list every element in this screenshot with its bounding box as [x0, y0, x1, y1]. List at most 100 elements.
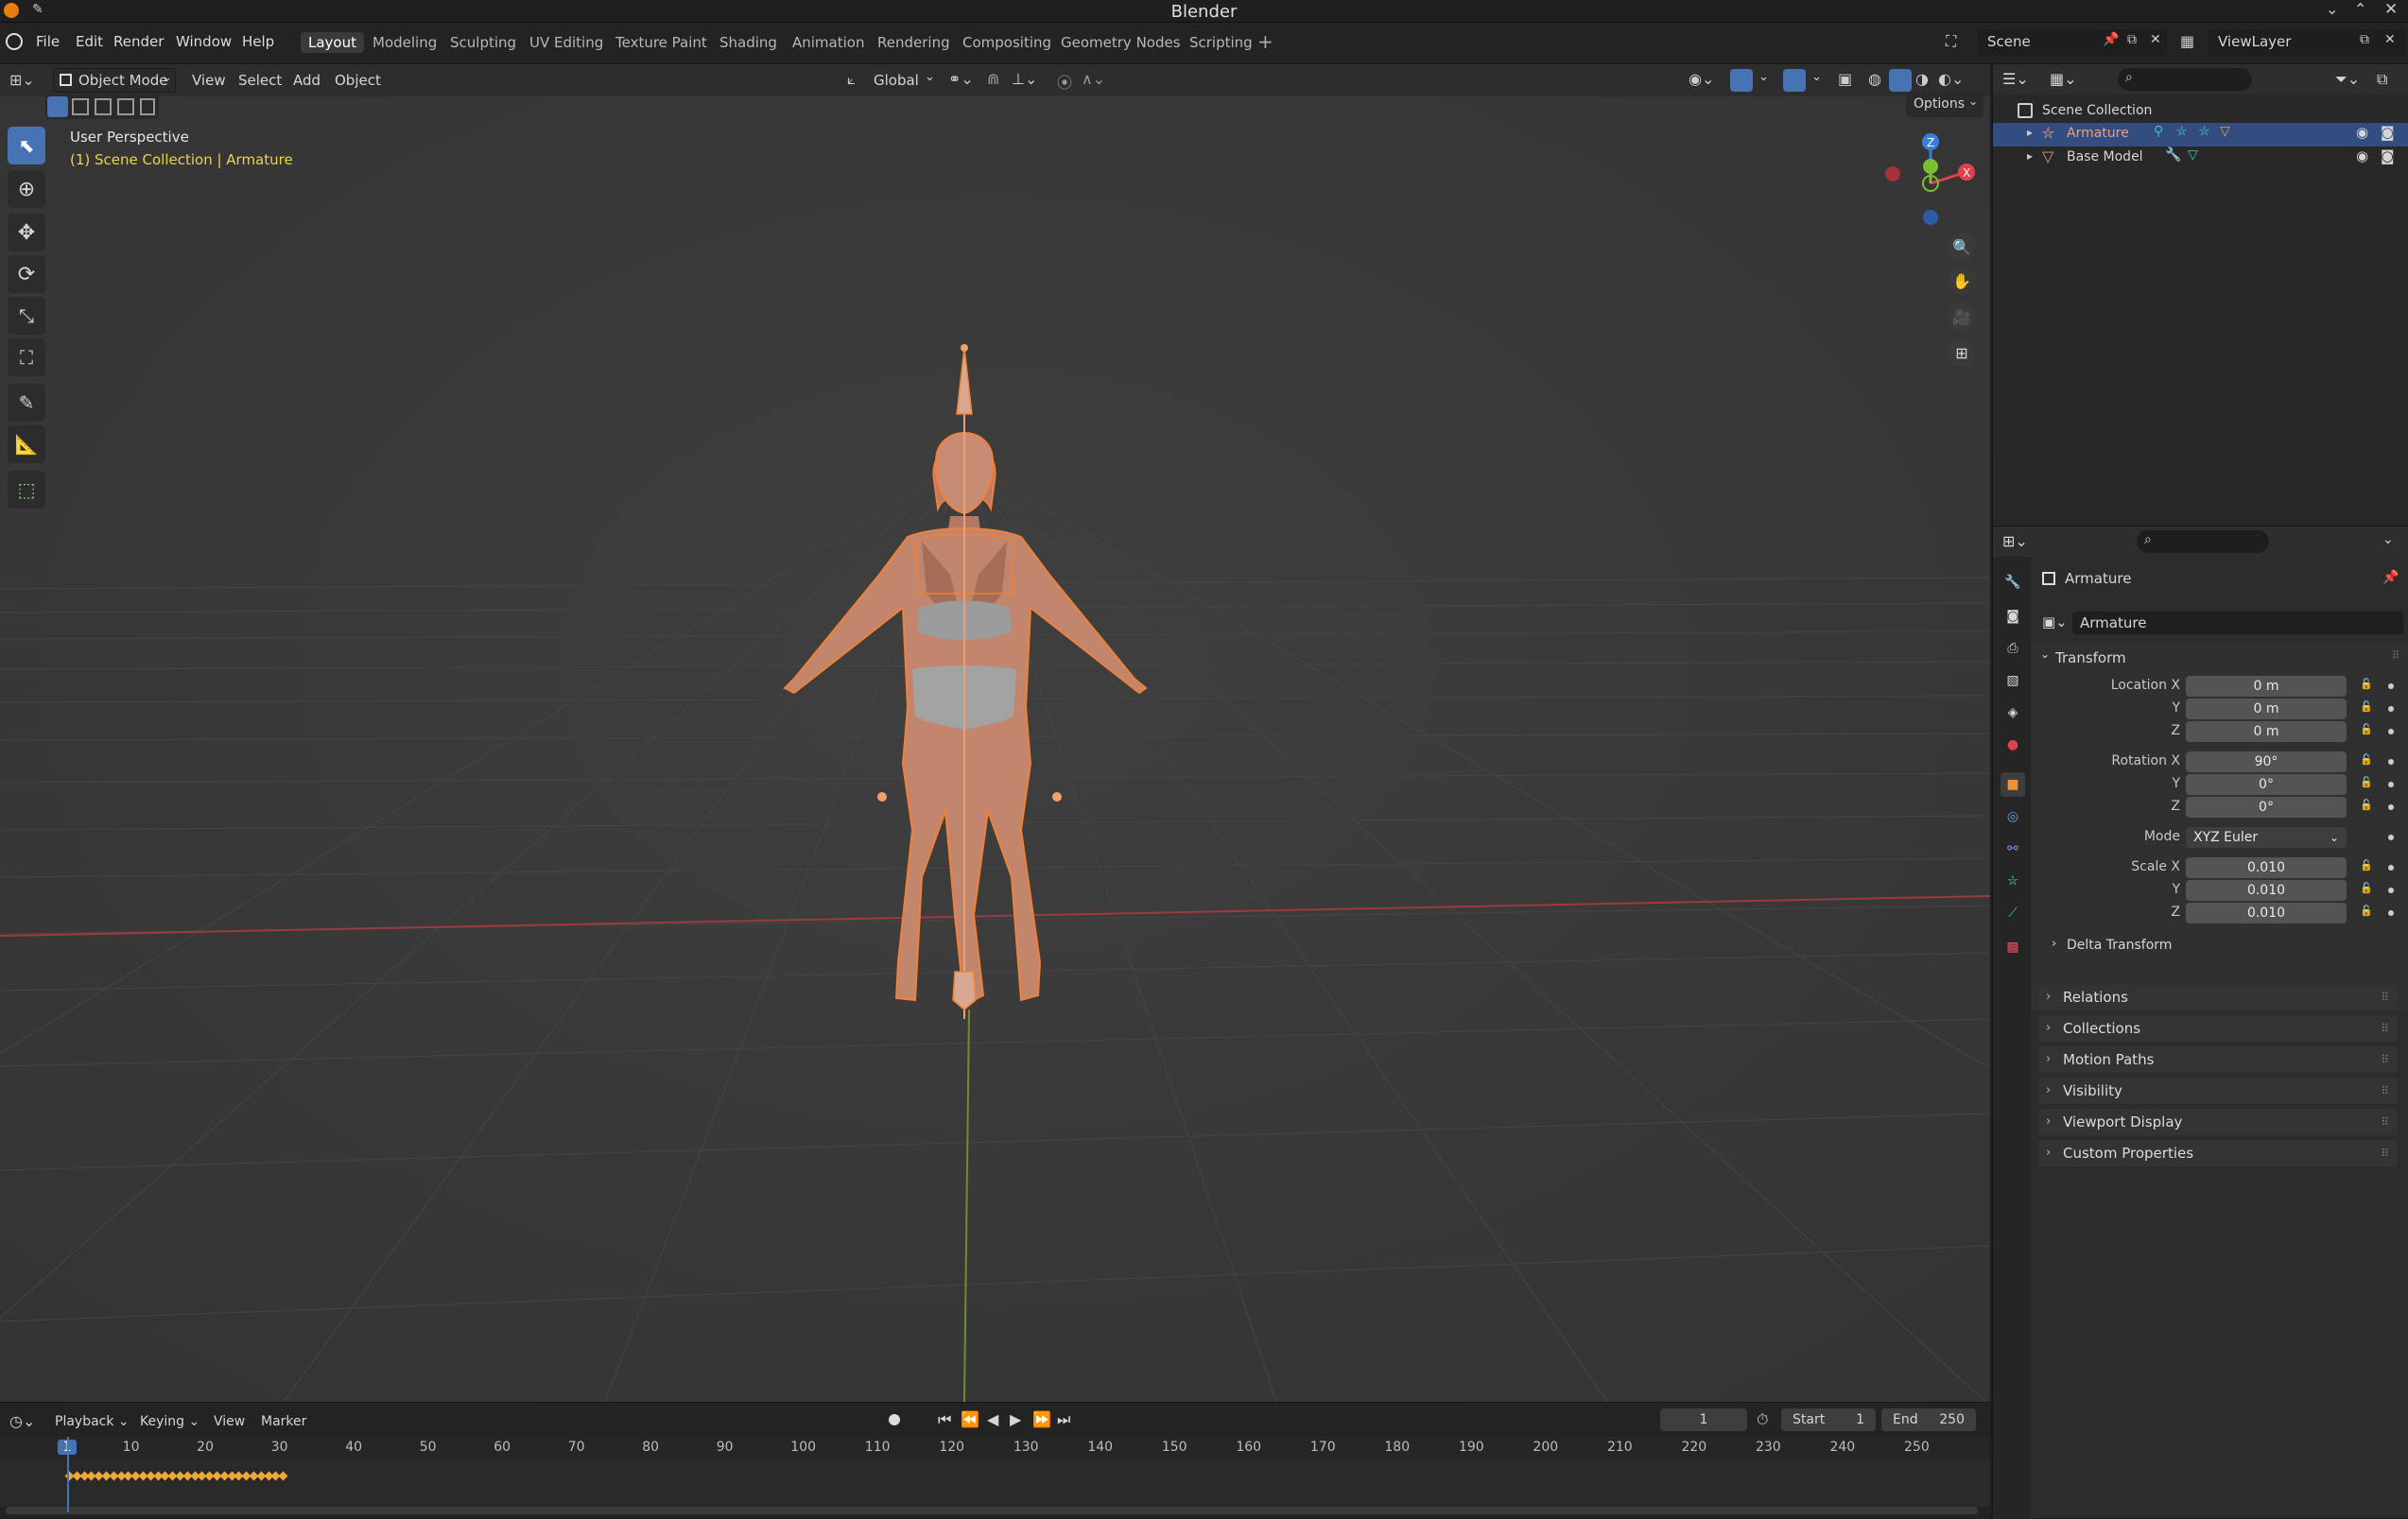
object-name-field[interactable]: Armature — [2072, 612, 2403, 634]
orientation-dropdown[interactable]: Global ⌄ — [870, 68, 938, 93]
object-datablock-icon[interactable]: ▣⌄ — [2042, 613, 2068, 630]
tab-layout[interactable]: Layout — [301, 32, 364, 53]
lock-icon[interactable]: 🔓 — [2360, 700, 2373, 713]
tab-physics[interactable]: ◎ — [2001, 804, 2025, 829]
filter-icon[interactable]: ⏷⌄ — [2335, 70, 2360, 89]
timeline-menu-keying[interactable]: Keying ⌄ — [140, 1414, 199, 1429]
timeline-menu-marker[interactable]: Marker — [261, 1414, 306, 1429]
solid-shading-icon[interactable] — [1889, 69, 1912, 92]
keyframe-dot[interactable] — [2388, 729, 2394, 734]
delta-transform-subpanel[interactable]: › Delta Transform — [2050, 935, 2401, 958]
menu-render[interactable]: Render — [113, 33, 164, 50]
display-mode-icon[interactable]: ▦⌄ — [2050, 70, 2077, 88]
tool-add-cube[interactable]: ⬚ — [8, 471, 45, 509]
gizmo-toggle-icon[interactable] — [1730, 69, 1753, 92]
keyframe-strip[interactable] — [64, 1471, 289, 1484]
delete-scene-icon[interactable]: ✕ — [2150, 32, 2161, 47]
tab-texture-paint[interactable]: Texture Paint — [608, 32, 715, 53]
panel-viewport-display[interactable]: › Viewport Display ⠿ — [2038, 1109, 2398, 1135]
tab-compositing[interactable]: Compositing — [955, 32, 1059, 53]
location-z-field[interactable]: 0 m — [2186, 721, 2347, 742]
tool-rotate[interactable]: ⟳ — [8, 255, 45, 293]
drag-handle-icon[interactable]: ⠿ — [2392, 649, 2399, 662]
transform-panel-header[interactable]: ⌄ Transform ⠿ — [2038, 646, 2405, 670]
tab-object[interactable]: ■ — [2001, 772, 2025, 797]
select-subtract-icon[interactable] — [95, 98, 112, 115]
tool-measure[interactable]: 📐 — [8, 425, 45, 463]
wireframe-shading-icon[interactable]: ◍ — [1868, 70, 1881, 88]
eye-icon[interactable]: ◉ — [2356, 124, 2368, 141]
keyframe-dot[interactable] — [2388, 888, 2394, 893]
prev-keyframe-icon[interactable]: ⏪ — [961, 1410, 979, 1428]
keyframe-diamond[interactable] — [278, 1471, 288, 1481]
location-x-field[interactable]: 0 m — [2186, 676, 2347, 697]
outliner-item-armature[interactable]: ▸ ⛦ Armature ⚲ ⛦ ⛦ ▽ ◉ ◙ — [1993, 123, 2408, 147]
tool-scale[interactable]: ⤡ — [8, 297, 45, 335]
mode-dropdown[interactable]: Object Mode ⌄ — [53, 68, 176, 93]
menu-file[interactable]: File — [36, 33, 60, 50]
zoom-button[interactable]: 🔍 — [1948, 233, 1976, 261]
view-layer-field[interactable]: ViewLayer ⧉ ✕ — [2209, 29, 2405, 56]
view-layer-icon[interactable]: ▦ — [2180, 32, 2194, 50]
blender-menu-icon[interactable] — [6, 33, 23, 50]
panel-visibility[interactable]: › Visibility ⠿ — [2038, 1078, 2398, 1104]
tab-scripting[interactable]: Scripting — [1182, 32, 1260, 53]
timeline-scrollbar[interactable] — [6, 1507, 1978, 1514]
next-keyframe-icon[interactable]: ⏩ — [1032, 1410, 1051, 1428]
lock-icon[interactable]: 🔓 — [2360, 799, 2373, 811]
expand-arrow-icon[interactable]: ▸ — [2027, 149, 2033, 163]
select-intersect-icon[interactable] — [140, 98, 155, 115]
snap-target-icon[interactable]: ⊥⌄ — [1012, 70, 1037, 88]
tab-scene[interactable]: ◈ — [2001, 700, 2025, 725]
camera-render-icon[interactable]: ◙ — [2381, 147, 2395, 164]
drag-handle-icon[interactable]: ⠿ — [2381, 1109, 2390, 1135]
tool-move[interactable]: ✥ — [8, 214, 45, 251]
keyframe-dot[interactable] — [2388, 865, 2394, 871]
drag-handle-icon[interactable]: ⠿ — [2381, 1015, 2390, 1042]
jump-end-icon[interactable]: ⏭ — [1057, 1410, 1070, 1429]
viewport-menu-select[interactable]: Select — [238, 72, 282, 89]
lock-icon[interactable]: 🔓 — [2360, 753, 2373, 766]
drag-handle-icon[interactable]: ⠿ — [2381, 1046, 2390, 1073]
keyframe-dot[interactable] — [2388, 759, 2394, 765]
properties-editor-type-icon[interactable]: ⊞⌄ — [2002, 532, 2028, 550]
panel-motion-paths[interactable]: › Motion Paths ⠿ — [2038, 1046, 2398, 1073]
gizmo-dropdown-icon[interactable]: ⌄ — [1758, 70, 1769, 84]
rotation-x-field[interactable]: 90° — [2186, 751, 2347, 772]
falloff-icon[interactable]: ∧⌄ — [1082, 70, 1105, 88]
close-icon[interactable]: ✕ — [2384, 0, 2398, 19]
scene-name-field[interactable]: Scene 📌 ⧉ ✕ — [1978, 29, 2167, 56]
maximize-icon[interactable]: ⌃ — [2354, 0, 2366, 18]
new-collection-icon[interactable]: ⧉ — [2377, 70, 2387, 89]
camera-render-icon[interactable]: ◙ — [2381, 124, 2395, 141]
lock-icon[interactable]: 🔓 — [2360, 776, 2373, 788]
delete-view-layer-icon[interactable]: ✕ — [2384, 32, 2396, 47]
pin-scene-icon[interactable]: 📌 — [2103, 32, 2119, 47]
camera-view-button[interactable]: 🎥 — [1948, 302, 1976, 331]
drag-handle-icon[interactable]: ⠿ — [2381, 1078, 2390, 1104]
record-icon[interactable] — [889, 1414, 900, 1425]
properties-options-icon[interactable]: ⌄ — [2382, 532, 2394, 547]
viewport-menu-object[interactable]: Object — [335, 72, 381, 89]
timeline-menu-view[interactable]: View — [214, 1414, 245, 1429]
outliner-editor-type-icon[interactable]: ☰⌄ — [2002, 70, 2029, 88]
select-mode-buttons[interactable] — [45, 95, 159, 119]
add-workspace-icon[interactable]: + — [1257, 30, 1273, 53]
location-y-field[interactable]: 0 m — [2186, 699, 2347, 719]
panel-relations[interactable]: › Relations ⠿ — [2038, 984, 2398, 1010]
material-shading-icon[interactable]: ◑ — [1915, 70, 1929, 88]
3d-viewport[interactable]: ⊞⌄ Object Mode ⌄ View Select Add Object … — [0, 64, 1990, 1402]
editor-type-icon[interactable]: ⊞⌄ — [9, 71, 35, 89]
rotation-y-field[interactable]: 0° — [2186, 774, 2347, 795]
viewport-menu-view[interactable]: View — [192, 72, 226, 89]
drag-handle-icon[interactable]: ⠿ — [2381, 984, 2390, 1010]
select-extend-icon[interactable] — [72, 98, 89, 115]
tab-constraints[interactable]: ⚯ — [2001, 837, 2025, 861]
tab-world[interactable]: ● — [2001, 733, 2025, 757]
tab-render[interactable]: ◙ — [2001, 604, 2025, 629]
play-icon[interactable]: ▶ — [1010, 1410, 1021, 1428]
lock-icon[interactable]: 🔓 — [2360, 905, 2373, 917]
new-view-layer-icon[interactable]: ⧉ — [2360, 32, 2369, 47]
tab-shading[interactable]: Shading — [712, 32, 785, 53]
minimize-icon[interactable]: ⌄ — [2326, 0, 2338, 18]
